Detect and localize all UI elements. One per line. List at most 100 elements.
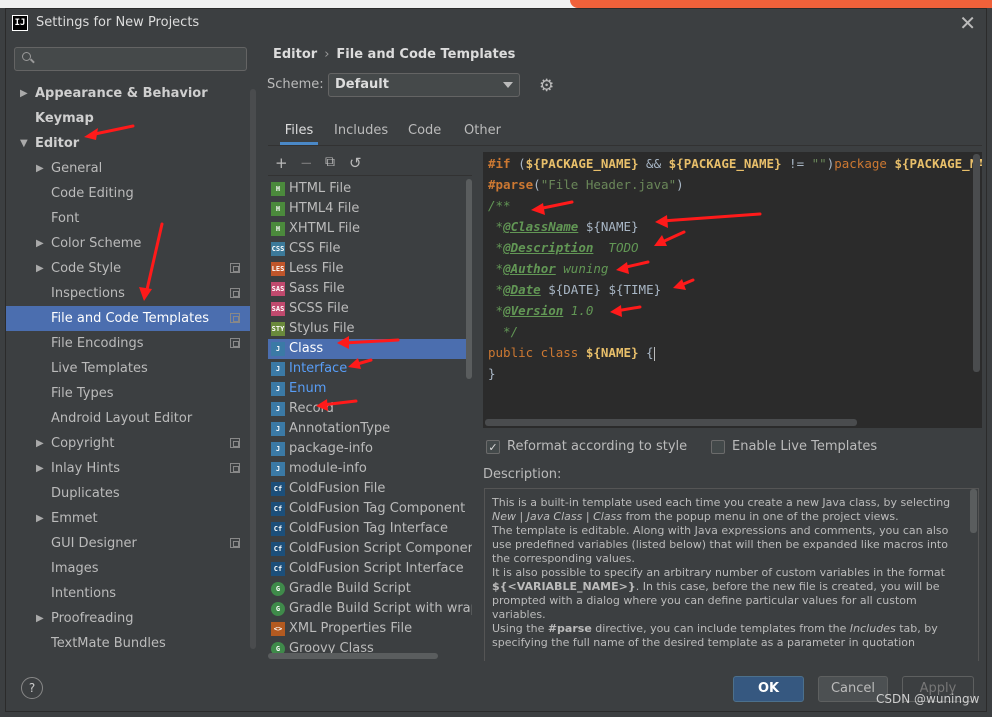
collapsed-arrow-icon[interactable]: ▶: [20, 81, 28, 106]
template-item-xhtml-file[interactable]: H XHTML File: [268, 219, 472, 239]
sidebar-item-code-style[interactable]: ▶ Code Style: [6, 256, 250, 281]
template-item-coldfusion-script-interface[interactable]: Cf ColdFusion Script Interface: [268, 559, 472, 579]
sidebar-item-label: Code Editing: [51, 186, 134, 201]
tab-files[interactable]: Files: [280, 117, 318, 145]
tab-other[interactable]: Other: [464, 117, 501, 145]
project-scope-icon: [230, 438, 240, 448]
tab-code[interactable]: Code: [408, 117, 441, 145]
expanded-arrow-icon[interactable]: ▼: [20, 131, 28, 156]
template-item-label: ColdFusion Script Interface: [289, 561, 464, 576]
template-code-editor[interactable]: #if (${PACKAGE_NAME} && ${PACKAGE_NAME} …: [483, 152, 982, 428]
file-list-toolbar: + − ⧉ ↺: [268, 152, 472, 176]
copy-icon[interactable]: ⧉: [325, 154, 335, 170]
template-item-label: Sass File: [289, 281, 345, 296]
template-item-sass-file[interactable]: SAS Sass File: [268, 279, 472, 299]
sidebar-scrollbar[interactable]: [250, 89, 256, 649]
sidebar-item-file-types[interactable]: File Types: [6, 381, 250, 406]
remove-icon[interactable]: −: [300, 154, 313, 172]
add-icon[interactable]: +: [275, 154, 288, 172]
sidebar-item-images[interactable]: Images: [6, 556, 250, 581]
file-type-icon: J: [271, 422, 285, 436]
sidebar-item-inspections[interactable]: Inspections: [6, 281, 250, 306]
scheme-dropdown[interactable]: Default: [328, 73, 520, 97]
template-item-coldfusion-script-component[interactable]: Cf ColdFusion Script Component: [268, 539, 472, 559]
template-item-class[interactable]: J Class: [268, 339, 472, 359]
template-item-module-info[interactable]: Jmodule-info: [268, 459, 472, 479]
description-label: Description:: [483, 467, 562, 482]
sidebar-item-general[interactable]: ▶ General: [6, 156, 250, 181]
editor-vscrollbar[interactable]: [973, 154, 980, 372]
code-line: *@Date ${DATE} ${TIME}: [488, 282, 662, 297]
file-type-icon: Cf: [271, 522, 285, 536]
sidebar-item-color-scheme[interactable]: ▶ Color Scheme: [6, 231, 250, 256]
template-item-coldfusion-tag-interface[interactable]: Cf ColdFusion Tag Interface: [268, 519, 472, 539]
file-type-icon: G: [271, 602, 285, 616]
template-item-record[interactable]: J Record: [268, 399, 472, 419]
template-item-label: CSS File: [289, 241, 341, 256]
description-scrollbar[interactable]: [970, 489, 977, 533]
template-item-xml-properties-file[interactable]: <> XML Properties File: [268, 619, 472, 639]
template-item-html-file[interactable]: H HTML File: [268, 179, 472, 199]
collapsed-arrow-icon[interactable]: ▶: [36, 506, 44, 531]
template-item-label: Gradle Build Script with wrapper: [289, 601, 472, 616]
template-item-gradle-build-script[interactable]: G Gradle Build Script: [268, 579, 472, 599]
sidebar-item-duplicates[interactable]: Duplicates: [6, 481, 250, 506]
template-item-scss-file[interactable]: SAS SCSS File: [268, 299, 472, 319]
sidebar-item-file-and-code-templates[interactable]: File and Code Templates: [6, 306, 250, 331]
breadcrumb-separator: ›: [324, 47, 330, 62]
template-item-coldfusion-file[interactable]: Cf ColdFusion File: [268, 479, 472, 499]
settings-search-input[interactable]: [14, 47, 247, 71]
ok-button[interactable]: OK: [733, 676, 804, 702]
sidebar-item-gui-designer[interactable]: GUI Designer: [6, 531, 250, 556]
description-paragraph: It is also possible to specify an arbitr…: [492, 566, 945, 621]
template-item-stylus-file[interactable]: STY Stylus File: [268, 319, 472, 339]
tab-includes[interactable]: Includes: [334, 117, 388, 145]
sidebar-item-label: Intentions: [51, 586, 117, 601]
gear-icon[interactable]: ⚙: [539, 76, 554, 96]
sidebar-item-inlay-hints[interactable]: ▶ Inlay Hints: [6, 456, 250, 481]
template-item-gradle-build-script-with-wrapper[interactable]: G Gradle Build Script with wrapper: [268, 599, 472, 619]
collapsed-arrow-icon[interactable]: ▶: [36, 456, 44, 481]
template-item-less-file[interactable]: LES Less File: [268, 259, 472, 279]
code-line: *@Description TODO: [488, 240, 639, 255]
file-list-scrollbar[interactable]: [466, 179, 472, 379]
sidebar-item-android-layout-editor[interactable]: Android Layout Editor: [6, 406, 250, 431]
template-item-interface[interactable]: J Interface: [268, 359, 472, 379]
sidebar-item-code-editing[interactable]: Code Editing: [6, 181, 250, 206]
reset-icon[interactable]: ↺: [349, 154, 362, 172]
title-bar: IJ Settings for New Projects ✕: [6, 9, 986, 37]
editor-hscrollbar[interactable]: [485, 419, 857, 426]
collapsed-arrow-icon[interactable]: ▶: [36, 156, 44, 181]
sidebar-item-font[interactable]: Font: [6, 206, 250, 231]
reformat-label: Reformat according to style: [507, 439, 688, 454]
window-title: Settings for New Projects: [36, 15, 200, 30]
sidebar-item-keymap[interactable]: Keymap: [6, 106, 250, 131]
file-list-hscrollbar[interactable]: [268, 653, 438, 659]
dialog-button-bar: ? OK Cancel Apply: [6, 661, 986, 711]
scheme-label: Scheme:: [267, 77, 324, 92]
template-item-label: ColdFusion File: [289, 481, 386, 496]
sidebar-item-intentions[interactable]: Intentions: [6, 581, 250, 606]
collapsed-arrow-icon[interactable]: ▶: [36, 256, 44, 281]
close-icon[interactable]: ✕: [959, 11, 976, 35]
sidebar-item-copyright[interactable]: ▶ Copyright: [6, 431, 250, 456]
sidebar-item-textmate-bundles[interactable]: TextMate Bundles: [6, 631, 250, 656]
sidebar-item-emmet[interactable]: ▶ Emmet: [6, 506, 250, 531]
template-item-html4-file[interactable]: H HTML4 File: [268, 199, 472, 219]
sidebar-item-appearance-behavior[interactable]: ▶ Appearance & Behavior: [6, 81, 250, 106]
breadcrumb-parent[interactable]: Editor: [273, 47, 317, 62]
sidebar-item-label: Code Style: [51, 261, 122, 276]
sidebar-item-live-templates[interactable]: Live Templates: [6, 356, 250, 381]
template-item-package-info[interactable]: Jpackage-info: [268, 439, 472, 459]
collapsed-arrow-icon[interactable]: ▶: [36, 606, 44, 631]
sidebar-item-file-encodings[interactable]: File Encodings: [6, 331, 250, 356]
template-item-annotationtype[interactable]: J AnnotationType: [268, 419, 472, 439]
template-item-css-file[interactable]: CSS CSS File: [268, 239, 472, 259]
sidebar-item-proofreading[interactable]: ▶ Proofreading: [6, 606, 250, 631]
template-item-coldfusion-tag-component[interactable]: Cf ColdFusion Tag Component: [268, 499, 472, 519]
help-button[interactable]: ?: [21, 677, 43, 699]
collapsed-arrow-icon[interactable]: ▶: [36, 431, 44, 456]
template-item-enum[interactable]: J Enum: [268, 379, 472, 399]
collapsed-arrow-icon[interactable]: ▶: [36, 231, 44, 256]
sidebar-item-editor[interactable]: ▼ Editor: [6, 131, 250, 156]
